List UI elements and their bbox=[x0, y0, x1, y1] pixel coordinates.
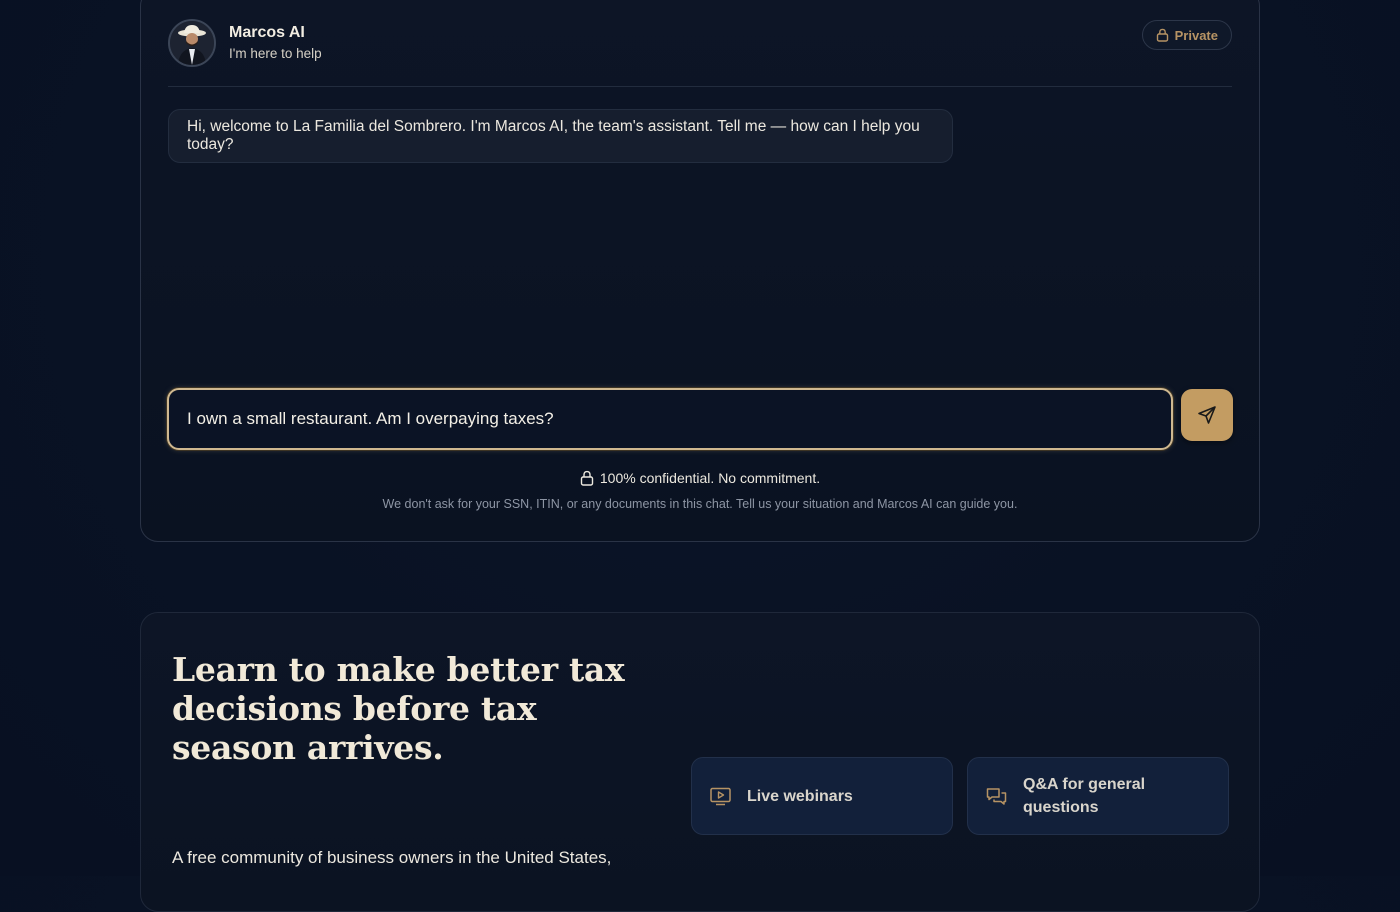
privacy-note: We don't ask for your SSN, ITIN, or any … bbox=[382, 497, 1018, 511]
agent-avatar bbox=[168, 19, 216, 67]
lock-icon bbox=[1156, 28, 1169, 42]
chat-icon bbox=[986, 787, 1008, 806]
feature-card-webinars[interactable]: Live webinars bbox=[691, 757, 953, 835]
video-icon bbox=[710, 787, 732, 806]
send-button[interactable] bbox=[1181, 389, 1233, 441]
learn-description: A free community of business owners in t… bbox=[172, 848, 612, 867]
feature-label: Q&A for general questions bbox=[1023, 776, 1146, 816]
lock-icon bbox=[580, 470, 594, 486]
assistant-message-text: Hi, welcome to La Familia del Sombrero. … bbox=[187, 118, 920, 153]
confidential-label: 100% confidential. No commitment. bbox=[599, 470, 821, 486]
learn-card: Learn to make better tax decisions befor… bbox=[140, 612, 1260, 912]
feature-label: Live webinars bbox=[747, 787, 853, 805]
chat-card: Marcos AI I'm here to help Private Hi, w… bbox=[140, 0, 1260, 542]
agent-name: Marcos AI bbox=[229, 24, 305, 41]
confidential-line: 100% confidential. No commitment. bbox=[141, 470, 1259, 486]
private-badge[interactable]: Private bbox=[1141, 20, 1232, 50]
chat-header: Marcos AI I'm here to help Private bbox=[168, 19, 1232, 87]
private-label: Private bbox=[1174, 27, 1218, 43]
message-input[interactable] bbox=[187, 409, 1171, 429]
assistant-message: Hi, welcome to La Familia del Sombrero. … bbox=[168, 109, 953, 163]
send-icon bbox=[1197, 405, 1217, 425]
learn-title: Learn to make better tax decisions befor… bbox=[172, 650, 625, 767]
agent-subtitle: I'm here to help bbox=[229, 46, 322, 61]
message-input-container bbox=[167, 388, 1173, 450]
feature-card-qa[interactable]: Q&A for general questions bbox=[967, 757, 1229, 835]
